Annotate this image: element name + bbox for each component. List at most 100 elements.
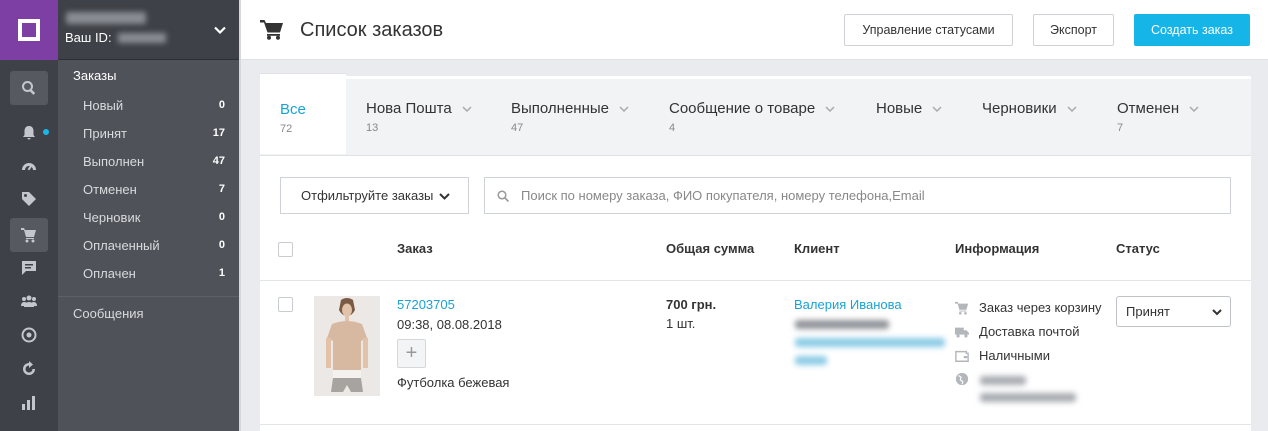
rail-dashboard-button[interactable] (10, 149, 48, 183)
sidebar-item-paid[interactable]: Оплачен 1 (83, 263, 225, 283)
tab-label: Черновики (982, 100, 1057, 117)
chat-icon (22, 261, 36, 275)
chevron-down-icon (1189, 105, 1199, 112)
tab-completed[interactable]: Выполненные 47 (511, 76, 629, 154)
logo-icon (18, 19, 40, 41)
column-header-status[interactable]: Статус (1116, 241, 1160, 256)
account-name-blurred (66, 12, 146, 24)
rail-search-button[interactable] (10, 71, 48, 105)
account-id-blurred (118, 33, 166, 43)
table-header-divider (260, 280, 1251, 281)
filter-orders-dropdown[interactable]: Отфильтруйте заказы (280, 177, 469, 214)
account-switcher[interactable]: Ваш ID: (58, 0, 239, 60)
column-header-total[interactable]: Общая сумма (666, 241, 754, 256)
account-id-label: Ваш ID: (65, 30, 112, 45)
chevron-down-icon (619, 105, 629, 112)
rail-stats-button[interactable] (10, 386, 48, 420)
sidebar-item-label: Оплаченный (83, 237, 160, 253)
tab-count: 47 (511, 122, 524, 134)
sidebar-item-new[interactable]: Новый 0 (83, 95, 225, 115)
column-header-info[interactable]: Информация (955, 241, 1039, 256)
export-button[interactable]: Экспорт (1033, 14, 1114, 46)
sidebar-item-count: 0 (218, 99, 225, 111)
column-header-client[interactable]: Клиент (794, 241, 840, 256)
filter-label: Отфильтруйте заказы (301, 188, 434, 203)
create-order-button[interactable]: Создать заказ (1134, 14, 1250, 46)
sidebar-item-messages[interactable]: Сообщения (73, 306, 144, 321)
sidebar-item-label: Новый (83, 97, 124, 113)
client-phone-blurred (795, 320, 889, 329)
info-site-blurred (980, 393, 1076, 402)
product-thumbnail[interactable] (314, 296, 380, 396)
sidebar-item-cancelled[interactable]: Отменен 7 (83, 179, 225, 199)
logo[interactable] (0, 0, 58, 60)
client-name-link[interactable]: Валерия Иванова (794, 297, 902, 312)
tab-drafts[interactable]: Черновики (982, 76, 1077, 154)
info-text: Наличными (979, 348, 1050, 363)
page-title: Список заказов (300, 19, 444, 41)
sidebar-item-accepted[interactable]: Принят 17 (83, 123, 225, 143)
bell-icon (23, 126, 35, 140)
tab-count: 72 (280, 123, 293, 135)
column-header-order[interactable]: Заказ (397, 241, 433, 256)
side-menu-divider (58, 296, 239, 297)
sidebar-item-draft[interactable]: Черновик 0 (83, 207, 225, 227)
icon-rail (0, 0, 58, 431)
cart-icon (955, 301, 969, 315)
rail-orders-button[interactable] (10, 218, 48, 252)
row-checkbox[interactable] (278, 297, 293, 312)
sidebar-item-label: Черновик (83, 209, 141, 225)
info-site (955, 372, 979, 386)
rail-marketing-button[interactable] (10, 318, 48, 352)
notification-dot (43, 129, 49, 135)
rail-updates-button[interactable] (10, 352, 48, 386)
add-product-button[interactable]: + (397, 339, 426, 368)
sidebar-item-label: Выполнен (83, 153, 145, 169)
tab-nova-poshta[interactable]: Нова Пошта 13 (366, 76, 472, 154)
tab-label: Нова Пошта (366, 100, 452, 117)
orders-panel: Все 72 Нова Пошта 13 Выполненные 47 Сооб… (260, 73, 1251, 431)
dashboard-icon (22, 163, 36, 171)
tab-count: 13 (366, 122, 379, 134)
info-delivery: Доставка почтой (955, 324, 1080, 339)
target-icon (21, 327, 37, 343)
stats-icon (22, 396, 35, 410)
info-text: Доставка почтой (979, 324, 1080, 339)
tab-cancelled[interactable]: Отменен 7 (1117, 76, 1199, 154)
info-text: Заказ через корзину (979, 300, 1102, 315)
client-email-blurred (795, 338, 945, 347)
chevron-down-icon (825, 105, 835, 112)
product-name: Футболка бежевая (397, 375, 510, 390)
order-datetime: 09:38, 08.08.2018 (397, 317, 502, 332)
sidebar-item-paid-state[interactable]: Оплаченный 0 (83, 235, 225, 255)
chevron-down-icon (439, 193, 450, 200)
orders-side-menu: Заказы Новый 0 Принят 17 Выполнен 47 Отмене… (58, 60, 239, 431)
chevron-down-icon (462, 105, 472, 112)
search-input[interactable]: Поиск по номеру заказа, ФИО покупателя, … (484, 177, 1231, 214)
info-payment: Наличными (955, 348, 1050, 363)
rail-products-button[interactable] (10, 182, 48, 216)
status-select[interactable]: Принят (1116, 296, 1231, 327)
info-site-blurred (980, 376, 1026, 385)
sidebar-item-label: Принят (83, 125, 128, 141)
tab-all[interactable]: Все 72 (260, 73, 346, 154)
product-image (314, 296, 380, 396)
side-menu-title[interactable]: Заказы (73, 68, 116, 83)
sidebar-item-count: 7 (218, 183, 225, 195)
tab-label: Новые (876, 100, 923, 117)
info-order-source: Заказ через корзину (955, 300, 1102, 315)
rail-customers-button[interactable] (10, 284, 48, 318)
order-number-link[interactable]: 57203705 (397, 297, 455, 312)
status-value: Принят (1126, 304, 1171, 319)
tab-new[interactable]: Новые (876, 76, 942, 154)
select-all-checkbox[interactable] (278, 242, 293, 257)
top-bar: Список заказов Управление статусами Эксп… (241, 0, 1268, 60)
sidebar-item-completed[interactable]: Выполнен 47 (83, 151, 225, 171)
rail-messages-button[interactable] (10, 251, 48, 285)
tab-label: Все (280, 101, 306, 118)
tab-product-message[interactable]: Сообщение о товаре 4 (669, 76, 835, 154)
manage-statuses-button[interactable]: Управление статусами (844, 14, 1013, 46)
cart-icon (260, 20, 283, 40)
tag-icon (22, 192, 36, 206)
sidebar-item-count: 17 (212, 127, 225, 139)
